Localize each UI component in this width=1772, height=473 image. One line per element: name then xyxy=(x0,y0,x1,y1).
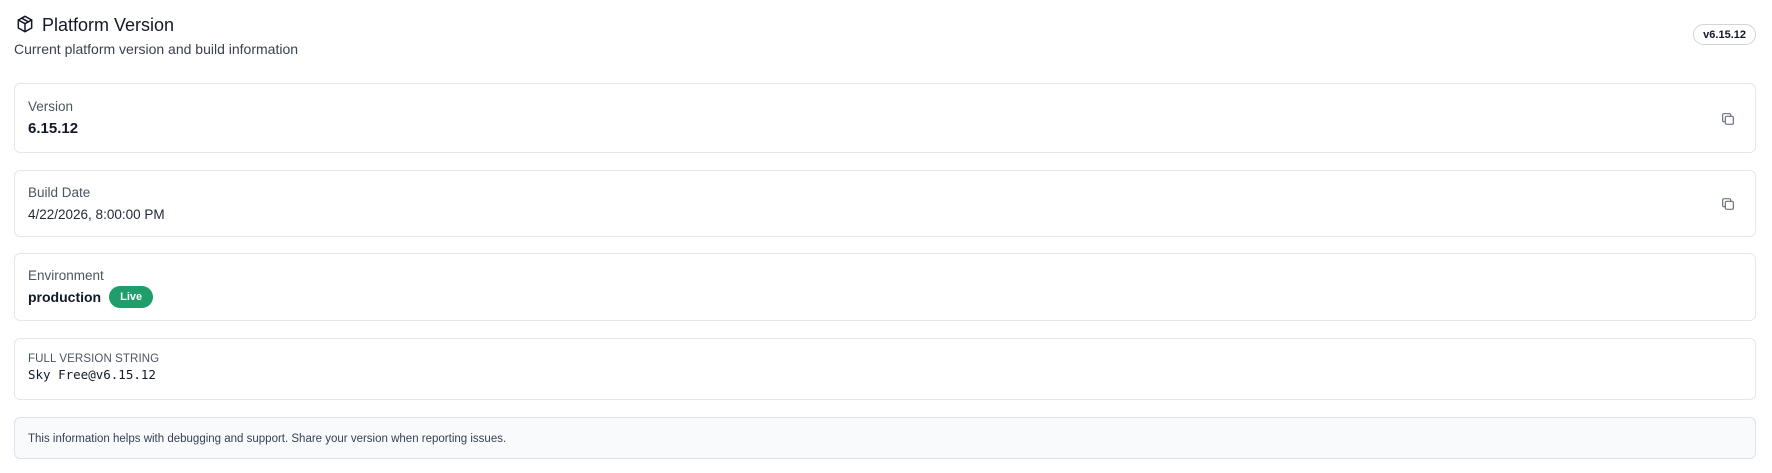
version-label: Version xyxy=(28,99,74,114)
full-version-label: FULL VERSION STRING xyxy=(28,353,160,365)
info-note: This information helps with debugging an… xyxy=(14,417,1756,459)
environment-row: production Live xyxy=(28,285,154,309)
info-note-text: This information helps with debugging an… xyxy=(28,433,507,445)
build-date-card: Build Date 4/22/2026, 8:00:00 PM xyxy=(14,170,1756,237)
build-date-label: Build Date xyxy=(28,185,91,200)
status-badge: Live xyxy=(109,286,154,308)
environment-label: Environment xyxy=(28,268,104,283)
copy-icon xyxy=(1720,111,1736,127)
full-version-value: Sky Free@v6.15.12 xyxy=(28,367,156,382)
version-badge: v6.15.12 xyxy=(1693,24,1756,45)
version-card: Version 6.15.12 xyxy=(14,83,1756,153)
version-value: 6.15.12 xyxy=(28,120,79,137)
build-date-value: 4/22/2026, 8:00:00 PM xyxy=(28,207,165,222)
environment-value: production xyxy=(28,289,102,305)
copy-icon xyxy=(1720,196,1736,212)
copy-version-button[interactable] xyxy=(1717,108,1739,130)
platform-version-panel: Platform Version Current platform versio… xyxy=(0,0,1772,473)
copy-build-date-button[interactable] xyxy=(1717,193,1739,215)
page-subtitle: Current platform version and build infor… xyxy=(14,41,299,57)
full-version-card: FULL VERSION STRING Sky Free@v6.15.12 xyxy=(14,338,1756,400)
environment-card: Environment production Live xyxy=(14,253,1756,321)
package-icon xyxy=(15,14,35,34)
page-title: Platform Version xyxy=(42,15,175,35)
